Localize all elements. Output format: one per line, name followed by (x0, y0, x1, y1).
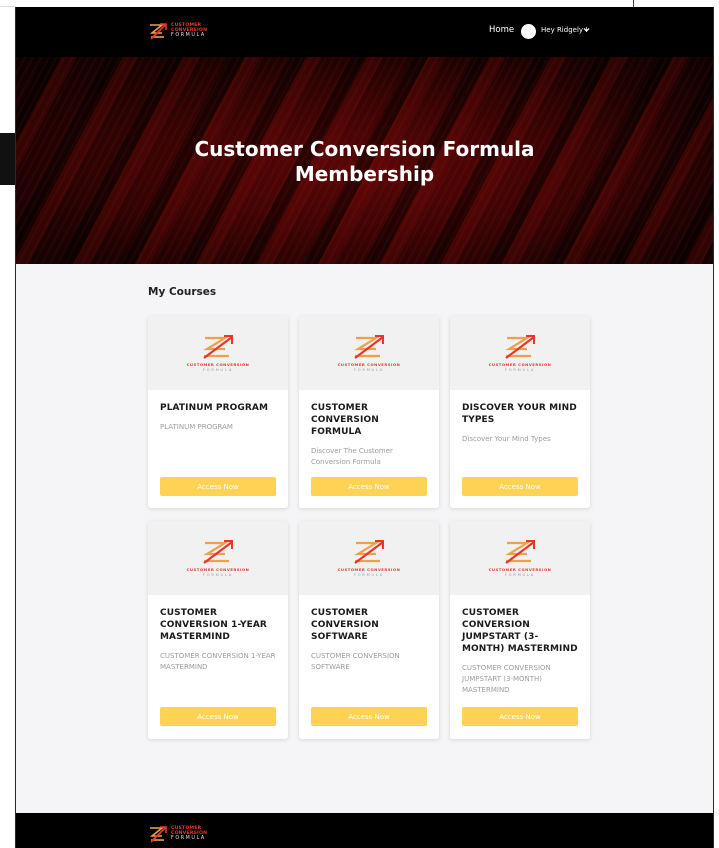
course-thumbnail[interactable]: CUSTOMER CONVERSION FORMULA (148, 316, 288, 390)
logo-icon (203, 540, 233, 565)
backdrop-line (0, 6, 16, 7)
course-thumbnail[interactable]: CUSTOMER CONVERSION FORMULA (148, 521, 288, 595)
course-logo-line-1: CUSTOMER CONVERSION (186, 362, 250, 368)
access-now-button[interactable]: Access Now (462, 707, 578, 726)
course-logo: CUSTOMER CONVERSION FORMULA (187, 539, 250, 577)
logo-text: CUSTOMER CONVERSION FORMULA (171, 827, 207, 841)
course-logo-line-1: CUSTOMER CONVERSION (186, 567, 250, 573)
hero-title: Customer Conversion Formula Membership (16, 137, 713, 187)
logo-line-3: FORMULA (171, 32, 206, 38)
course-title: PLATINUM PROGRAM (160, 403, 269, 413)
nav-home-link[interactable]: Home (489, 25, 514, 35)
course-title: CUSTOMER CONVERSION JUMPSTART (3-MONTH) … (462, 608, 578, 654)
course-logo: CUSTOMER CONVERSION FORMULA (187, 334, 250, 372)
footer-logo[interactable]: CUSTOMER CONVERSION FORMULA (148, 825, 207, 844)
course-description: PLATINUM PROGRAM (160, 423, 233, 431)
course-thumbnail[interactable]: CUSTOMER CONVERSION FORMULA (299, 316, 439, 390)
hero-title-line-2: Membership (294, 162, 435, 186)
course-logo: CUSTOMER CONVERSION FORMULA (489, 539, 552, 577)
course-logo-line-1: CUSTOMER CONVERSION (488, 362, 552, 368)
course-card[interactable]: CUSTOMER CONVERSION FORMULA PLATINUM PROGR… (148, 316, 288, 508)
chevron-down-icon[interactable] (583, 27, 590, 33)
membership-page: CUSTOMER CONVERSION FORMULA Home Hey Rid… (15, 7, 714, 848)
top-header: CUSTOMER CONVERSION FORMULA Home Hey Rid… (16, 7, 713, 57)
header-logo[interactable]: CUSTOMER CONVERSION FORMULA (148, 22, 207, 41)
course-title: DISCOVER YOUR MIND TYPES (462, 403, 577, 425)
course-description: CUSTOMER CONVERSION 1-YEAR MASTERMIND (160, 652, 276, 671)
course-card[interactable]: CUSTOMER CONVERSION FORMULA CUSTOMER CONVE… (299, 316, 439, 508)
course-logo: CUSTOMER CONVERSION FORMULA (338, 334, 401, 372)
course-description: CUSTOMER CONVERSION JUMPSTART (3-MONTH) … (462, 664, 551, 694)
section-title: My Courses (148, 286, 217, 298)
footer: CUSTOMER CONVERSION FORMULA (16, 813, 713, 848)
access-now-button[interactable]: Access Now (462, 477, 578, 496)
course-title: CUSTOMER CONVERSION SOFTWARE (311, 608, 379, 642)
logo-line-3: FORMULA (171, 835, 206, 841)
course-logo-line-2: FORMULA (353, 572, 385, 577)
course-logo-line-2: FORMULA (353, 367, 385, 372)
access-now-button[interactable]: Access Now (311, 707, 427, 726)
course-card[interactable]: CUSTOMER CONVERSION FORMULA CUSTOMER CONVE… (450, 521, 590, 739)
course-logo: CUSTOMER CONVERSION FORMULA (338, 539, 401, 577)
course-logo-line-1: CUSTOMER CONVERSION (337, 567, 401, 573)
logo-icon (203, 335, 233, 360)
course-card[interactable]: CUSTOMER CONVERSION FORMULA DISCOVER YOUR … (450, 316, 590, 508)
course-logo-line-1: CUSTOMER CONVERSION (337, 362, 401, 368)
logo-icon (505, 335, 535, 360)
access-now-button[interactable]: Access Now (160, 707, 276, 726)
logo-text: CUSTOMER CONVERSION FORMULA (171, 24, 207, 38)
logo-icon (505, 540, 535, 565)
course-description: Discover Your Mind Types (462, 435, 551, 443)
logo-icon (354, 540, 384, 565)
course-logo-line-2: FORMULA (202, 572, 234, 577)
hero-title-line-1: Customer Conversion Formula (194, 137, 535, 161)
backdrop-panel (0, 133, 16, 185)
logo-icon (149, 826, 167, 843)
course-thumbnail[interactable]: CUSTOMER CONVERSION FORMULA (299, 521, 439, 595)
course-title: CUSTOMER CONVERSION FORMULA (311, 403, 379, 437)
logo-icon (354, 335, 384, 360)
course-thumbnail[interactable]: CUSTOMER CONVERSION FORMULA (450, 316, 590, 390)
course-logo-line-1: CUSTOMER CONVERSION (488, 567, 552, 573)
logo-icon (149, 23, 167, 40)
course-logo-line-2: FORMULA (504, 572, 536, 577)
avatar[interactable] (521, 24, 536, 39)
user-menu[interactable]: Hey Ridgely ! (541, 26, 588, 34)
course-logo: CUSTOMER CONVERSION FORMULA (489, 334, 552, 372)
course-title: CUSTOMER CONVERSION 1-YEAR MASTERMIND (160, 608, 267, 642)
access-now-button[interactable]: Access Now (160, 477, 276, 496)
course-description: CUSTOMER CONVERSION SOFTWARE (311, 652, 400, 671)
course-card[interactable]: CUSTOMER CONVERSION FORMULA CUSTOMER CONVE… (148, 521, 288, 739)
course-description: Discover The Customer Conversion Formula (311, 447, 393, 466)
course-thumbnail[interactable]: CUSTOMER CONVERSION FORMULA (450, 521, 590, 595)
course-logo-line-2: FORMULA (504, 367, 536, 372)
course-logo-line-2: FORMULA (202, 367, 234, 372)
access-now-button[interactable]: Access Now (311, 477, 427, 496)
course-card[interactable]: CUSTOMER CONVERSION FORMULA CUSTOMER CONVE… (299, 521, 439, 739)
